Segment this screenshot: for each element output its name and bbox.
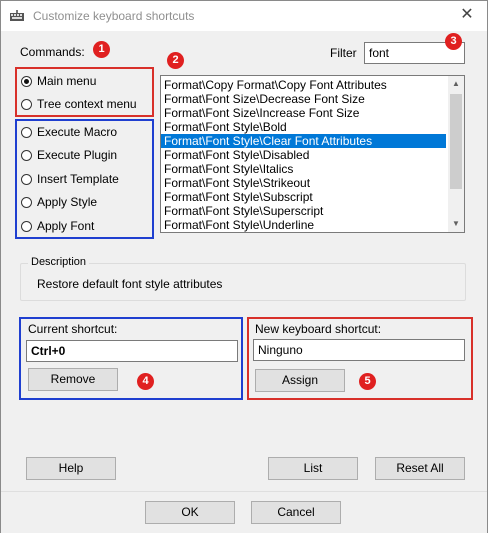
badge-4: 4	[137, 373, 154, 390]
new-shortcut-label: New keyboard shortcut:	[255, 322, 382, 336]
close-icon[interactable]: ✕	[457, 5, 477, 25]
radio-main-menu[interactable]: Main menu	[21, 72, 96, 90]
scroll-down-icon[interactable]: ▼	[448, 216, 464, 232]
command-list-items: Format\Copy Format\Copy Font Attributes …	[161, 78, 446, 232]
command-list[interactable]: Format\Copy Format\Copy Font Attributes …	[160, 75, 465, 233]
window-title: Customize keyboard shortcuts	[33, 9, 195, 23]
reset-all-button[interactable]: Reset All	[375, 457, 465, 480]
badge-5: 5	[359, 373, 376, 390]
dialog-window: Customize keyboard shortcuts ✕ Commands:…	[0, 0, 488, 533]
badge-2: 2	[167, 52, 184, 69]
ok-button[interactable]: OK	[145, 501, 235, 524]
radio-apply-font[interactable]: Apply Font	[21, 217, 94, 235]
radio-tree-context-menu[interactable]: Tree context menu	[21, 95, 137, 113]
list-item[interactable]: Format\Copy Format\Copy Font Attributes	[161, 78, 446, 92]
current-shortcut-field[interactable]: Ctrl+0	[26, 340, 238, 362]
radio-circle	[21, 75, 32, 87]
description-text: Restore default font style attributes	[37, 277, 223, 291]
list-item[interactable]: Format\Font Style\Subscript	[161, 190, 446, 204]
title-bar: Customize keyboard shortcuts ✕	[1, 1, 487, 31]
scroll-up-icon[interactable]: ▲	[448, 76, 464, 92]
list-item[interactable]: Format\Font Style\Disabled	[161, 148, 446, 162]
radio-circle	[21, 220, 32, 232]
radio-circle	[21, 98, 32, 110]
current-shortcut-label: Current shortcut:	[28, 322, 118, 336]
list-item[interactable]: Format\Font Style\Strikeout	[161, 176, 446, 190]
description-label: Description	[28, 256, 90, 268]
radio-execute-plugin[interactable]: Execute Plugin	[21, 146, 117, 164]
scroll-thumb[interactable]	[450, 94, 462, 189]
radio-label: Apply Style	[37, 195, 98, 209]
radio-insert-template[interactable]: Insert Template	[21, 170, 119, 188]
list-item-selected[interactable]: Format\Font Style\Clear Font Attributes	[161, 134, 446, 148]
commands-label: Commands:	[20, 45, 85, 59]
list-button[interactable]: List	[268, 457, 358, 480]
radio-label: Execute Plugin	[37, 148, 118, 162]
new-shortcut-field[interactable]: Ninguno	[253, 339, 465, 361]
dialog-footer: OK Cancel	[1, 491, 487, 533]
radio-label: Main menu	[37, 74, 97, 88]
radio-label: Insert Template	[37, 172, 119, 186]
remove-button[interactable]: Remove	[28, 368, 118, 391]
list-item[interactable]: Format\Font Size\Decrease Font Size	[161, 92, 446, 106]
radio-circle	[21, 173, 32, 185]
radio-circle	[21, 149, 32, 161]
list-item[interactable]: Format\Font Style\Superscript	[161, 204, 446, 218]
radio-label: Tree context menu	[37, 97, 137, 111]
badge-1: 1	[93, 41, 110, 58]
radio-circle	[21, 196, 32, 208]
radio-apply-style[interactable]: Apply Style	[21, 193, 97, 211]
keyboard-icon	[10, 10, 24, 21]
filter-label: Filter	[330, 46, 357, 60]
radio-label: Apply Font	[37, 219, 95, 233]
list-item[interactable]: Format\Font Style\Underline	[161, 218, 446, 232]
radio-execute-macro[interactable]: Execute Macro	[21, 123, 117, 141]
help-button[interactable]: Help	[26, 457, 116, 480]
radio-label: Execute Macro	[37, 125, 118, 139]
assign-button[interactable]: Assign	[255, 369, 345, 392]
list-scrollbar[interactable]: ▲ ▼	[448, 76, 464, 232]
radio-circle	[21, 126, 32, 138]
badge-3: 3	[445, 33, 462, 50]
list-item[interactable]: Format\Font Size\Increase Font Size	[161, 106, 446, 120]
cancel-button[interactable]: Cancel	[251, 501, 341, 524]
list-item[interactable]: Format\Font Style\Italics	[161, 162, 446, 176]
list-item[interactable]: Format\Font Style\Bold	[161, 120, 446, 134]
